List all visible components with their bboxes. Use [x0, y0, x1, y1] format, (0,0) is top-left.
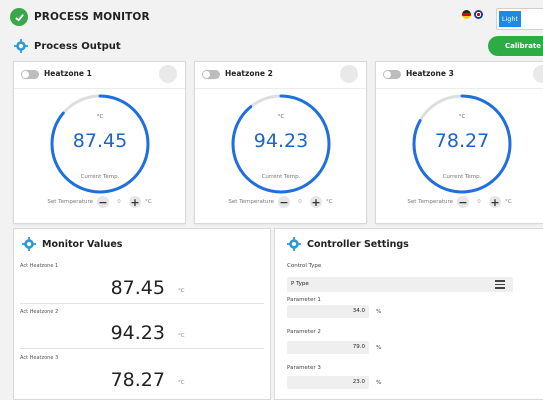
- current-temp-label: Current Temp.: [442, 174, 482, 180]
- set-temperature-unit: °C: [145, 199, 152, 205]
- increase-button[interactable]: +: [489, 196, 502, 208]
- calibrate-button[interactable]: Calibrate: [488, 36, 543, 56]
- set-temperature-label: Set Temperature: [407, 199, 454, 205]
- heatzone-toggle[interactable]: [21, 70, 39, 79]
- heatzone-icon: [340, 65, 358, 83]
- uk-flag-icon[interactable]: [474, 10, 483, 19]
- set-temperature-value[interactable]: 0: [473, 199, 485, 205]
- card-header: Heatzone 1: [14, 62, 185, 89]
- controller-settings-panel: Controller Settings Control Type P Type …: [274, 228, 543, 400]
- app-header: PROCESS MONITOR: [10, 6, 150, 28]
- monitor-item-value: 87.45: [110, 277, 165, 299]
- heatzone-toggle[interactable]: [202, 70, 220, 79]
- current-temp-label: Current Temp.: [261, 174, 301, 180]
- check-icon: [10, 8, 28, 26]
- temperature-unit: °C: [277, 114, 285, 120]
- heatzone-toggle[interactable]: [383, 70, 401, 79]
- set-temperature-row: Set Temperature − 0 + °C: [14, 196, 185, 208]
- current-temperature: 87.45: [72, 130, 128, 152]
- monitor-item-value: 94.23: [110, 322, 165, 344]
- set-temperature-label: Set Temperature: [47, 199, 94, 205]
- parameter-unit: %: [376, 345, 382, 351]
- parameter-label: Parameter 1: [287, 297, 321, 303]
- parameter-unit: %: [376, 380, 382, 386]
- parameter-label: Parameter 2: [287, 329, 321, 335]
- app-title: PROCESS MONITOR: [34, 11, 150, 23]
- monitor-values-header: Monitor Values: [22, 237, 122, 251]
- heatzone-icon: [533, 65, 543, 83]
- gear-icon: [14, 39, 28, 53]
- theme-toggle[interactable]: Light: [496, 8, 543, 30]
- temperature-unit: °C: [96, 114, 104, 120]
- divider: [20, 303, 264, 304]
- parameter-input[interactable]: 79.0: [287, 341, 369, 354]
- card-header: Heatzone 2: [195, 62, 366, 89]
- current-temp-label: Current Temp.: [80, 174, 120, 180]
- control-type-value: P Type: [291, 281, 309, 287]
- set-temperature-value[interactable]: 0: [113, 199, 125, 205]
- set-temperature-row: Set Temperature − 0 + °C: [376, 196, 543, 208]
- current-temperature: 94.23: [253, 130, 309, 152]
- decrease-button[interactable]: −: [278, 196, 291, 208]
- theme-light-option[interactable]: Light: [499, 11, 521, 27]
- current-temperature: 78.27: [434, 130, 490, 152]
- monitor-item-unit: °C: [178, 288, 185, 294]
- decrease-button[interactable]: −: [457, 196, 470, 208]
- controller-settings-header: Controller Settings: [287, 237, 409, 251]
- parameter-input[interactable]: 34.0: [287, 305, 369, 318]
- controller-settings-title: Controller Settings: [307, 238, 409, 250]
- monitor-item-label: Act Heatzone 1: [20, 263, 59, 269]
- monitor-item-value: 78.27: [110, 369, 165, 391]
- set-temperature-value[interactable]: 0: [294, 199, 306, 205]
- heatzone-icon: [159, 65, 177, 83]
- monitor-values-panel: Monitor Values Act Heatzone 1 87.45 °C A…: [13, 228, 271, 400]
- german-flag-icon[interactable]: [462, 10, 471, 19]
- gear-icon: [22, 237, 36, 251]
- heatzone-name: Heatzone 1: [44, 69, 92, 78]
- monitor-item-unit: °C: [178, 380, 185, 386]
- parameter-value: 34.0: [352, 308, 365, 314]
- control-type-select[interactable]: P Type: [287, 277, 513, 292]
- divider: [20, 348, 264, 349]
- language-switcher: [462, 10, 483, 19]
- heatzone-card-1: Heatzone 1 °C 87.45 Current Temp. Set Te…: [13, 61, 186, 224]
- section-title: Process Output: [34, 40, 121, 52]
- heatzone-card-2: Heatzone 2 °C 94.23 Current Temp. Set Te…: [194, 61, 367, 224]
- set-temperature-label: Set Temperature: [228, 199, 275, 205]
- parameter-value: 23.0: [352, 379, 365, 385]
- monitor-item-label: Act Heatzone 2: [20, 309, 59, 315]
- card-header: Heatzone 3: [376, 62, 543, 89]
- increase-button[interactable]: +: [129, 196, 142, 208]
- set-temperature-row: Set Temperature − 0 + °C: [195, 196, 366, 208]
- parameter-unit: %: [376, 309, 382, 315]
- menu-icon[interactable]: [495, 280, 505, 289]
- monitor-item-label: Act Heatzone 3: [20, 355, 59, 361]
- parameter-input[interactable]: 23.0: [287, 376, 369, 389]
- heatzone-card-3: Heatzone 3 °C 78.27 Current Temp. Set Te…: [375, 61, 543, 224]
- monitor-item-unit: °C: [178, 333, 185, 339]
- monitor-values-title: Monitor Values: [42, 238, 123, 250]
- parameter-value: 79.0: [352, 344, 365, 350]
- increase-button[interactable]: +: [310, 196, 323, 208]
- temperature-unit: °C: [458, 114, 466, 120]
- heatzone-name: Heatzone 2: [225, 69, 273, 78]
- gear-icon: [287, 237, 301, 251]
- set-temperature-unit: °C: [505, 199, 512, 205]
- control-type-label: Control Type: [287, 263, 322, 269]
- heatzone-name: Heatzone 3: [406, 69, 454, 78]
- section-header: Process Output: [14, 37, 121, 55]
- decrease-button[interactable]: −: [97, 196, 110, 208]
- parameter-label: Parameter 3: [287, 365, 321, 371]
- set-temperature-unit: °C: [326, 199, 333, 205]
